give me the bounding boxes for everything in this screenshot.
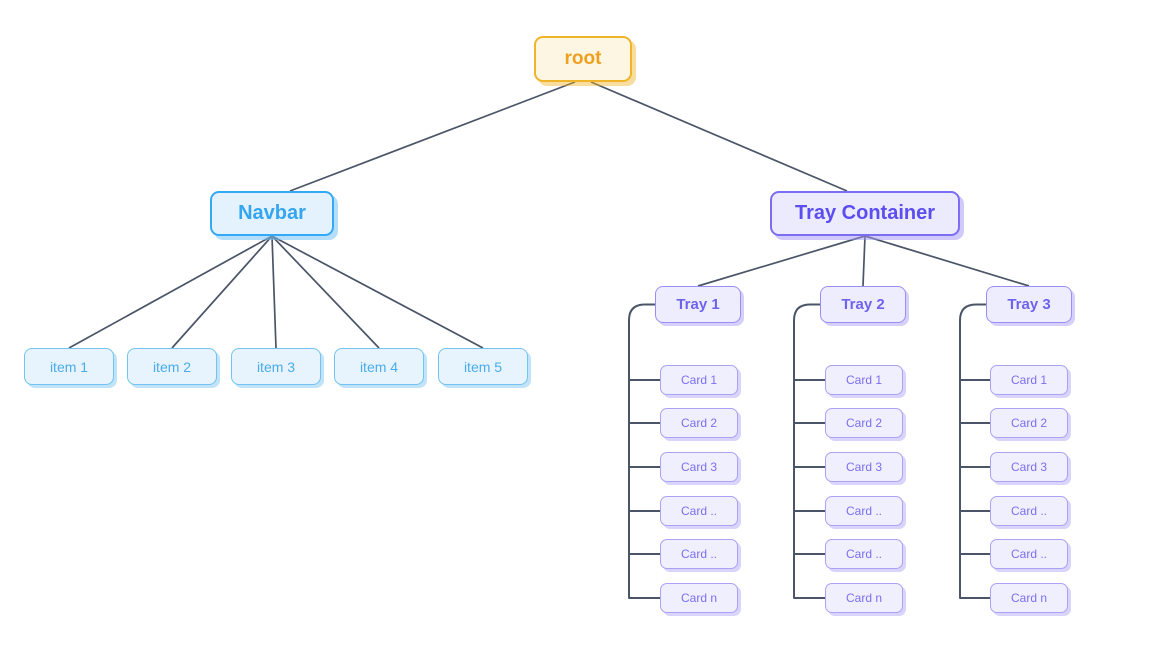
navbar-item-1-node[interactable]: item 1	[24, 348, 114, 385]
tray-2-card-5-node[interactable]: Card ..	[825, 539, 903, 569]
tray-1-node-label: Tray 1	[676, 296, 720, 313]
tray-1-card-1-node[interactable]: Card 1	[660, 365, 738, 395]
navbar-item-5-node-label: item 5	[463, 358, 503, 375]
edge-navbar-item-3	[271, 235, 277, 349]
tray-1-card-4-node[interactable]: Card ..	[660, 496, 738, 526]
navbar-item-2-node-label: item 2	[152, 358, 192, 375]
tray-3-card-1-node-label: Card 1	[1010, 373, 1048, 387]
tray-2-card-1-node-label: Card 1	[845, 373, 883, 387]
tray-3-card-2-node-label: Card 2	[1010, 416, 1048, 430]
trunk-tray-1	[628, 303, 656, 599]
tray-2-card-3-node-label: Card 3	[845, 460, 883, 474]
tray-1-card-6-node[interactable]: Card n	[660, 583, 738, 613]
tray-3-card-4-node[interactable]: Card ..	[990, 496, 1068, 526]
tray-2-card-4-node-label: Card ..	[845, 504, 882, 518]
navbar-item-5-node[interactable]: item 5	[438, 348, 528, 385]
tray-1-card-4-node-label: Card ..	[680, 504, 717, 518]
navbar-node[interactable]: Navbar	[210, 191, 334, 236]
trunk-tray-2	[793, 303, 821, 599]
navbar-item-1-node-label: item 1	[49, 358, 89, 375]
tray-1-card-3-node[interactable]: Card 3	[660, 452, 738, 482]
tray-1-card-1-node-label: Card 1	[680, 373, 718, 387]
edge-root-navbar	[289, 81, 576, 192]
navbar-item-4-node-label: item 4	[359, 358, 399, 375]
edge-navbar-item-1	[68, 235, 273, 349]
tray-3-card-5-node[interactable]: Card ..	[990, 539, 1068, 569]
tray-2-card-3-node[interactable]: Card 3	[825, 452, 903, 482]
tray-1-card-5-node-label: Card ..	[680, 547, 717, 561]
tray-container-node[interactable]: Tray Container	[770, 191, 960, 236]
tray-1-card-3-node-label: Card 3	[680, 460, 718, 474]
tray-2-node[interactable]: Tray 2	[820, 286, 906, 323]
tray-1-card-2-node-label: Card 2	[680, 416, 718, 430]
tray-3-node-label: Tray 3	[1007, 296, 1051, 313]
tray-3-card-6-node[interactable]: Card n	[990, 583, 1068, 613]
edge-tray-container-tray-2	[862, 235, 866, 287]
edge-navbar-item-5	[271, 235, 484, 349]
tray-2-card-4-node[interactable]: Card ..	[825, 496, 903, 526]
tray-container-node-label: Tray Container	[794, 202, 936, 224]
edge-navbar-item-4	[271, 235, 380, 349]
navbar-node-label: Navbar	[238, 202, 306, 224]
tray-1-card-5-node[interactable]: Card ..	[660, 539, 738, 569]
tray-2-card-2-node-label: Card 2	[845, 416, 883, 430]
navbar-item-3-node[interactable]: item 3	[231, 348, 321, 385]
tray-3-card-4-node-label: Card ..	[1010, 504, 1047, 518]
edge-tray-container-tray-3	[864, 235, 1030, 287]
edge-navbar-item-2	[171, 235, 273, 349]
navbar-item-4-node[interactable]: item 4	[334, 348, 424, 385]
tray-2-node-label: Tray 2	[841, 296, 885, 313]
tray-3-card-1-node[interactable]: Card 1	[990, 365, 1068, 395]
navbar-item-3-node-label: item 3	[256, 358, 296, 375]
tray-3-card-6-node-label: Card n	[1010, 591, 1048, 605]
tray-1-node[interactable]: Tray 1	[655, 286, 741, 323]
root-node-label: root	[564, 48, 602, 69]
tray-2-card-5-node-label: Card ..	[845, 547, 882, 561]
tray-1-card-2-node[interactable]: Card 2	[660, 408, 738, 438]
tray-3-card-2-node[interactable]: Card 2	[990, 408, 1068, 438]
navbar-item-2-node[interactable]: item 2	[127, 348, 217, 385]
trunk-tray-3	[959, 303, 987, 599]
tray-2-card-6-node[interactable]: Card n	[825, 583, 903, 613]
tray-2-card-1-node[interactable]: Card 1	[825, 365, 903, 395]
edge-tray-container-tray-1	[697, 235, 866, 287]
edge-root-tray-container	[590, 81, 848, 192]
tray-3-node[interactable]: Tray 3	[986, 286, 1072, 323]
tray-3-card-5-node-label: Card ..	[1010, 547, 1047, 561]
tray-2-card-2-node[interactable]: Card 2	[825, 408, 903, 438]
tray-3-card-3-node-label: Card 3	[1010, 460, 1048, 474]
diagram-canvas: root Navbar Tray Container item 1 item 2 item…	[0, 0, 1156, 665]
tray-2-card-6-node-label: Card n	[845, 591, 883, 605]
tray-3-card-3-node[interactable]: Card 3	[990, 452, 1068, 482]
edge-layer	[68, 81, 1030, 599]
tray-1-card-6-node-label: Card n	[680, 591, 718, 605]
root-node[interactable]: root	[534, 36, 632, 82]
